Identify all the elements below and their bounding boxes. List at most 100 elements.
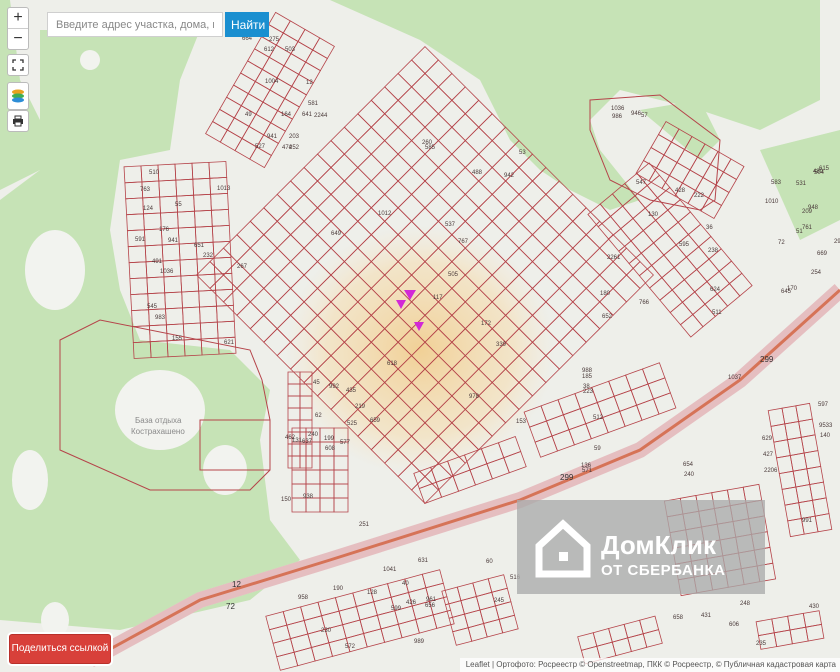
- parcel-number-label: 1036: [611, 106, 625, 112]
- parcel-number-label: 510: [149, 170, 160, 176]
- parcel-number-label: 545: [147, 304, 158, 310]
- parcel-number-label: 230: [321, 628, 332, 634]
- parcel-number-label: 62: [315, 413, 322, 419]
- parcel-number-label: 986: [612, 114, 623, 120]
- parcel-number-label: 245: [494, 598, 505, 604]
- parcel-number-label: 431: [701, 613, 712, 619]
- parcel-number-label: 989: [414, 639, 425, 645]
- parcel-number-label: 117: [433, 295, 443, 301]
- parcel-number-label: 669: [817, 251, 828, 257]
- parcel-number-label: 612: [264, 47, 275, 53]
- road-label-72: 72: [226, 602, 235, 611]
- zoom-control: + −: [7, 7, 29, 50]
- parcel-number-label: 428: [675, 188, 686, 194]
- house-logo-icon: [535, 519, 591, 578]
- fullscreen-icon: [12, 59, 24, 71]
- parcel-number-label: 9533: [819, 423, 833, 429]
- parcel-number-label: 488: [472, 170, 483, 176]
- parcel-number-label: 591: [135, 237, 146, 243]
- print-button[interactable]: [7, 110, 29, 132]
- parcel-number-label: 654: [683, 462, 694, 468]
- parcel-number-label: 299: [834, 239, 840, 245]
- parcel-number-label: 983: [155, 315, 166, 321]
- parcel-number-label: 537: [445, 222, 456, 228]
- parcel-number-label: 45: [313, 380, 320, 386]
- road-label-299b: 299: [760, 355, 774, 364]
- parcel-number-label: 505: [448, 272, 459, 278]
- zoom-in-button[interactable]: +: [8, 8, 28, 28]
- parcel-number-label: 164: [281, 112, 292, 118]
- parcel-number-label: 248: [740, 601, 751, 607]
- parcel-number-label: 948: [808, 205, 819, 211]
- parcel-number-label: 1041: [383, 567, 397, 573]
- parcel-number-label: 572: [345, 644, 356, 650]
- share-link-button[interactable]: Поделиться ссылкой: [9, 634, 111, 664]
- parcel-number-label: 571: [582, 468, 593, 474]
- parcel-number-label: 608: [325, 446, 336, 452]
- logo-subtitle: ОТ СБЕРБАНКА: [601, 562, 726, 579]
- search-button[interactable]: Найти: [225, 12, 269, 37]
- parcel-number-label: 583: [771, 180, 782, 186]
- parcel-number-label: 203: [289, 134, 300, 140]
- layers-button[interactable]: [7, 82, 29, 110]
- parcel-number-label: 637: [302, 439, 313, 445]
- place-label-line2: Кострахашено: [131, 427, 185, 436]
- parcel-number-label: 185: [582, 374, 593, 380]
- parcel-number-label: 235: [756, 641, 767, 647]
- parcel-number-label: 240: [308, 432, 319, 438]
- parcel-number-label: 40: [402, 581, 409, 587]
- parcel-number-label: 131: [292, 438, 303, 444]
- place-label-line1: База отдыха: [135, 416, 182, 425]
- parcel-number-label: 427: [763, 452, 774, 458]
- parcel-number-label: 659: [370, 418, 381, 424]
- parcel-number-label: 581: [308, 101, 319, 107]
- printer-icon: [13, 115, 23, 127]
- parcel-number-label: 339: [496, 342, 507, 348]
- parcel-number-label: 958: [298, 595, 309, 601]
- parcel-number-label: 219: [355, 404, 366, 410]
- parcel-number-label: 190: [333, 586, 344, 592]
- road-label-299a: 299: [560, 473, 574, 482]
- parcel-number-label: 72: [778, 240, 785, 246]
- parcel-number-label: 1010: [765, 199, 779, 205]
- parcel-number-label: 53: [519, 150, 526, 156]
- parcel-number-label: 763: [140, 187, 151, 193]
- parcel-number-label: 140: [820, 433, 831, 439]
- parcel-number-label: 631: [418, 558, 429, 564]
- parcel-number-label: 511: [712, 310, 722, 316]
- parcel-number-label: 1012: [378, 211, 392, 217]
- parcel-number-label: 618: [387, 361, 398, 367]
- address-search-input[interactable]: [47, 12, 223, 37]
- parcel-number-label: 641: [302, 112, 313, 118]
- parcel-number-label: 128: [367, 590, 378, 596]
- parcel-number-label: 503: [285, 47, 296, 53]
- parcel-number-label: 512: [593, 415, 604, 421]
- parcel-number-label: 525: [347, 421, 358, 427]
- zoom-out-button[interactable]: −: [8, 28, 28, 49]
- parcel-number-label: 222: [694, 193, 705, 199]
- parcel-number-label: 2261: [607, 255, 621, 261]
- parcel-number-label: 155: [172, 336, 183, 342]
- parcel-number-label: 238: [708, 248, 719, 254]
- parcel-number-label: 426: [406, 600, 417, 606]
- parcel-number-label: 153: [516, 419, 527, 425]
- parcel-number-label: 527: [255, 144, 266, 150]
- parcel-number-label: 978: [469, 394, 480, 400]
- parcel-number-label: 36: [706, 225, 713, 231]
- parcel-number-label: 480: [813, 169, 824, 175]
- parcel-number-label: 130: [648, 212, 659, 218]
- parcel-number-label: 60: [486, 559, 493, 565]
- parcel-number-label: 595: [679, 242, 690, 248]
- fullscreen-button[interactable]: [7, 54, 29, 76]
- parcel-number-label: 474: [282, 145, 293, 151]
- parcel-number-label: 941: [168, 238, 179, 244]
- parcel-number-label: 251: [359, 522, 370, 528]
- parcel-number-label: 180: [600, 291, 611, 297]
- parcel-number-label: 624: [710, 287, 721, 293]
- parcel-number-label: 240: [684, 472, 695, 478]
- parcel-number-label: 991: [802, 518, 813, 524]
- layers-icon: [12, 89, 24, 103]
- parcel-number-label: 651: [194, 243, 205, 249]
- parcel-number-label: 629: [762, 436, 773, 442]
- parcel-number-label: 577: [340, 440, 351, 446]
